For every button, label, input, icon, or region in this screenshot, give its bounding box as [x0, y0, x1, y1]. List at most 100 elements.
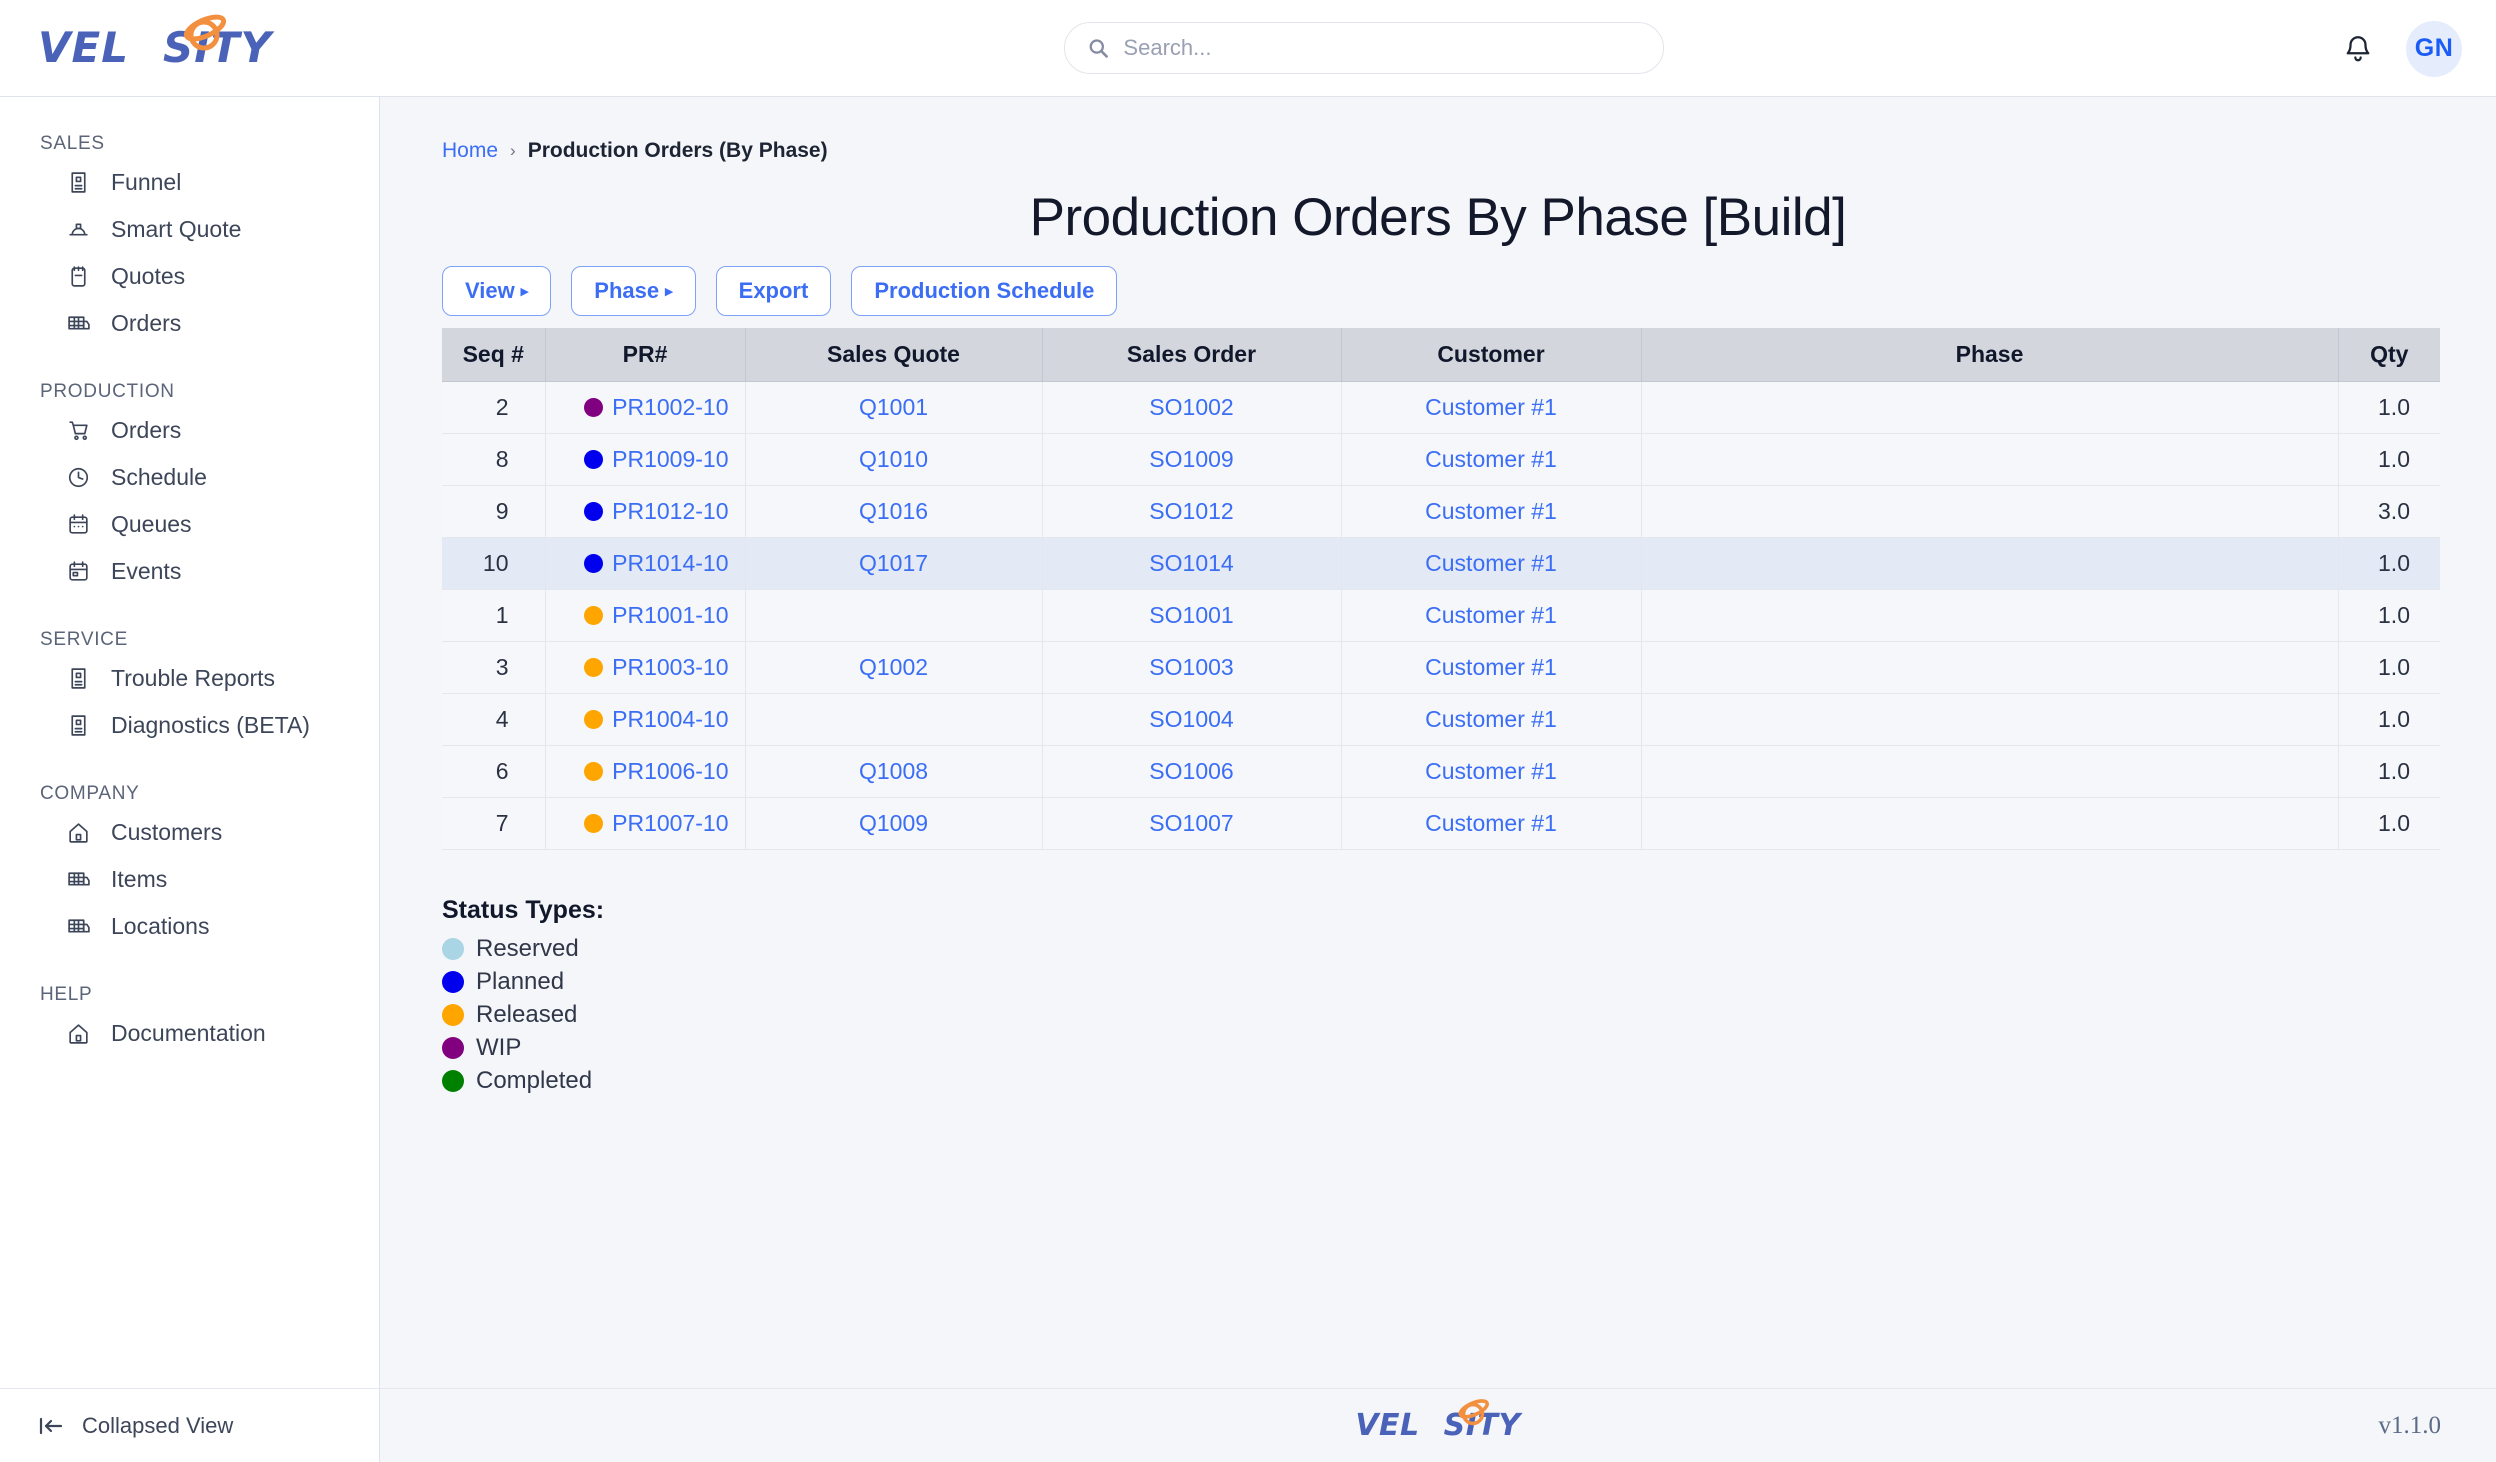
sales-quote-link[interactable]: Q1008: [859, 758, 928, 784]
sidebar-item-documentation[interactable]: Documentation: [0, 1010, 379, 1057]
cell-qty: 1.0: [2338, 433, 2440, 486]
cell-sales-quote: [745, 589, 1043, 642]
sales-quote-link[interactable]: Q1001: [859, 394, 928, 420]
avatar[interactable]: GN: [2406, 20, 2462, 77]
cell-seq: 2: [442, 381, 546, 434]
cell-sales-order: SO1001: [1042, 589, 1342, 642]
sales-order-link[interactable]: SO1003: [1149, 654, 1233, 680]
status-dot-planned: [584, 502, 604, 521]
sidebar-item-label: Queues: [111, 511, 192, 537]
column-header-sales-quote[interactable]: Sales Quote: [745, 328, 1043, 382]
sidebar-item-diagnostics-beta[interactable]: Diagnostics (BETA): [0, 702, 379, 749]
pr-link[interactable]: PR1012-10: [612, 498, 728, 525]
export-button[interactable]: Export: [715, 266, 832, 316]
pr-link[interactable]: PR1007-10: [612, 810, 728, 837]
column-header-seq[interactable]: Seq #: [442, 328, 546, 382]
table-row[interactable]: 6 PR1006-10 Q1008 SO1006 Customer #1 1.0: [442, 745, 2440, 798]
customer-link[interactable]: Customer #1: [1425, 498, 1557, 524]
sales-quote-link[interactable]: Q1017: [859, 550, 928, 576]
sidebar-group-title: HELP: [40, 984, 93, 1005]
view-button[interactable]: View ▸: [442, 266, 552, 316]
app-logo[interactable]: VEL SITY: [0, 14, 380, 69]
pr-link[interactable]: PR1014-10: [612, 550, 728, 577]
customer-link[interactable]: Customer #1: [1425, 602, 1557, 628]
search-icon: [1089, 39, 1108, 58]
sales-order-link[interactable]: SO1012: [1149, 498, 1233, 524]
sales-quote-link[interactable]: Q1016: [859, 498, 928, 524]
sales-order-link[interactable]: SO1009: [1149, 446, 1233, 472]
sales-order-link[interactable]: SO1007: [1149, 810, 1233, 836]
sidebar-item-items[interactable]: Items: [0, 856, 379, 903]
sales-quote-link[interactable]: Q1002: [859, 654, 928, 680]
sales-quote-link[interactable]: Q1009: [859, 810, 928, 836]
search-box[interactable]: [1064, 22, 1664, 74]
sidebar-item-locations[interactable]: Locations: [0, 903, 379, 950]
pr-link[interactable]: PR1006-10: [612, 758, 728, 785]
collapse-view-button[interactable]: Collapsed View: [0, 1388, 379, 1462]
sidebar-item-label: Items: [111, 866, 168, 892]
sidebar-item-orders[interactable]: Orders: [0, 300, 379, 347]
legend-label: WIP: [476, 1034, 522, 1061]
global-search[interactable]: [1064, 22, 1664, 74]
sidebar-item-trouble-reports[interactable]: Trouble Reports: [0, 655, 379, 702]
table-row[interactable]: 3 PR1003-10 Q1002 SO1003 Customer #1 1.0: [442, 641, 2440, 694]
sidebar-item-queues[interactable]: Queues: [0, 501, 379, 548]
table-row[interactable]: 7 PR1007-10 Q1009 SO1007 Customer #1 1.0: [442, 797, 2440, 850]
status-dot-released: [584, 606, 604, 625]
pr-link[interactable]: PR1003-10: [612, 654, 728, 681]
column-header-sales-order[interactable]: Sales Order: [1042, 328, 1342, 382]
phase-button[interactable]: Phase ▸: [571, 266, 696, 316]
column-header-pr[interactable]: PR#: [545, 328, 746, 382]
table-row[interactable]: 4 PR1004-10 SO1004 Customer #1 1.0: [442, 693, 2440, 746]
table-row[interactable]: 9 PR1012-10 Q1016 SO1012 Customer #1 3.0: [442, 485, 2440, 538]
sidebar-item-label: Customers: [111, 819, 223, 845]
customer-link[interactable]: Customer #1: [1425, 394, 1557, 420]
table-row[interactable]: 2 PR1002-10 Q1001 SO1002 Customer #1 1.0: [442, 381, 2440, 434]
pr-link[interactable]: PR1009-10: [612, 446, 728, 473]
hardhat-icon: [66, 217, 91, 242]
cell-sales-quote: Q1001: [745, 381, 1043, 434]
sales-quote-link[interactable]: Q1010: [859, 446, 928, 472]
table-row[interactable]: 10 PR1014-10 Q1017 SO1014 Customer #1 1.0: [442, 537, 2440, 590]
status-legend-title: Status Types:: [442, 896, 605, 924]
sales-order-link[interactable]: SO1006: [1149, 758, 1233, 784]
search-input[interactable]: [1123, 35, 1641, 61]
sales-order-link[interactable]: SO1014: [1149, 550, 1233, 576]
customer-link[interactable]: Customer #1: [1425, 550, 1557, 576]
customer-link[interactable]: Customer #1: [1425, 810, 1557, 836]
sidebar-item-events[interactable]: Events: [0, 548, 379, 595]
breadcrumb-home-link[interactable]: Home: [442, 139, 498, 163]
pr-link[interactable]: PR1002-10: [612, 394, 728, 421]
customer-link[interactable]: Customer #1: [1425, 758, 1557, 784]
column-header-qty[interactable]: Qty: [2338, 328, 2440, 382]
sidebar-item-orders[interactable]: Orders: [0, 407, 379, 454]
grid-truck-icon: [66, 867, 91, 892]
cell-seq: 1: [442, 589, 546, 642]
sidebar-item-customers[interactable]: Customers: [0, 809, 379, 856]
sales-order-link[interactable]: SO1001: [1149, 602, 1233, 628]
sidebar-item-smart-quote[interactable]: Smart Quote: [0, 206, 379, 253]
column-header-phase[interactable]: Phase: [1641, 328, 2339, 382]
pr-link[interactable]: PR1001-10: [612, 602, 728, 629]
cell-seq: 10: [442, 537, 546, 590]
logo-orbit-icon: [183, 14, 227, 51]
notification-bell-icon[interactable]: [2342, 33, 2374, 65]
velosity-wordmark: VEL SITY: [38, 14, 272, 69]
sidebar-group-service: SERVICE Trouble Reports Diagnostics (BETA): [0, 629, 379, 749]
sales-order-link[interactable]: SO1004: [1149, 706, 1233, 732]
cell-sales-quote: [745, 693, 1043, 746]
customer-link[interactable]: Customer #1: [1425, 706, 1557, 732]
legend-item-planned: Planned: [442, 968, 2434, 996]
sidebar-item-funnel[interactable]: Funnel: [0, 159, 379, 206]
customer-link[interactable]: Customer #1: [1425, 446, 1557, 472]
table-row[interactable]: 8 PR1009-10 Q1010 SO1009 Customer #1 1.0: [442, 433, 2440, 486]
cell-phase: [1641, 537, 2339, 590]
sidebar-item-schedule[interactable]: Schedule: [0, 454, 379, 501]
production-schedule-button[interactable]: Production Schedule: [851, 266, 1118, 316]
table-row[interactable]: 1 PR1001-10 SO1001 Customer #1 1.0: [442, 589, 2440, 642]
pr-link[interactable]: PR1004-10: [612, 706, 728, 733]
customer-link[interactable]: Customer #1: [1425, 654, 1557, 680]
sidebar-item-quotes[interactable]: Quotes: [0, 253, 379, 300]
column-header-customer[interactable]: Customer: [1341, 328, 1642, 382]
sales-order-link[interactable]: SO1002: [1149, 394, 1233, 420]
